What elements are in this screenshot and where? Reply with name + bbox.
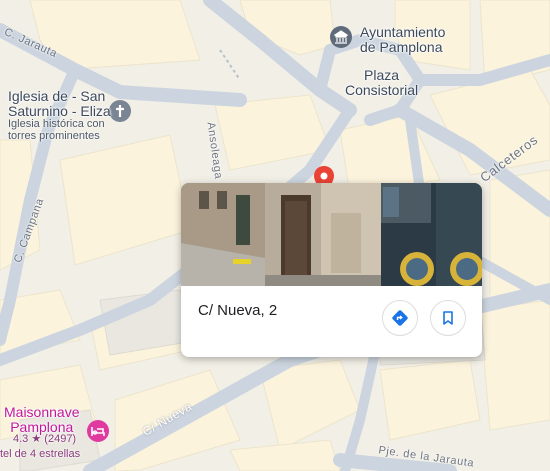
hotel-name[interactable]: Maisonnave Pamplona [4,405,80,435]
bookmark-icon [443,311,453,325]
star-icon: ★ [31,433,42,445]
hotel-category: tel de 4 estrellas [0,448,81,460]
church-icon[interactable] [109,100,131,122]
directions-button[interactable] [382,300,418,336]
hotel-rating: 4.3 ★ (2497) [13,433,77,446]
ayuntamiento-label[interactable]: Ayuntamiento de Pamplona [360,25,445,55]
place-info-card[interactable]: C/ Nueva, 2 [181,183,482,357]
hotel-rating-value: 4.3 [13,433,29,445]
hotel-review-count: (2497) [44,433,77,445]
directions-icon [392,310,408,326]
save-button[interactable] [430,300,466,336]
church-description: Iglesia histórica con torres prominentes [8,118,105,142]
church-label[interactable]: Iglesia de - San Saturnino - Eliza [8,89,111,119]
town-hall-icon[interactable] [330,26,352,48]
hotel-icon[interactable] [87,420,109,442]
street-view-photos[interactable] [181,183,482,286]
plaza-consistorial-label[interactable]: Plaza Consistorial [345,68,418,98]
place-title: C/ Nueva, 2 [198,302,278,319]
